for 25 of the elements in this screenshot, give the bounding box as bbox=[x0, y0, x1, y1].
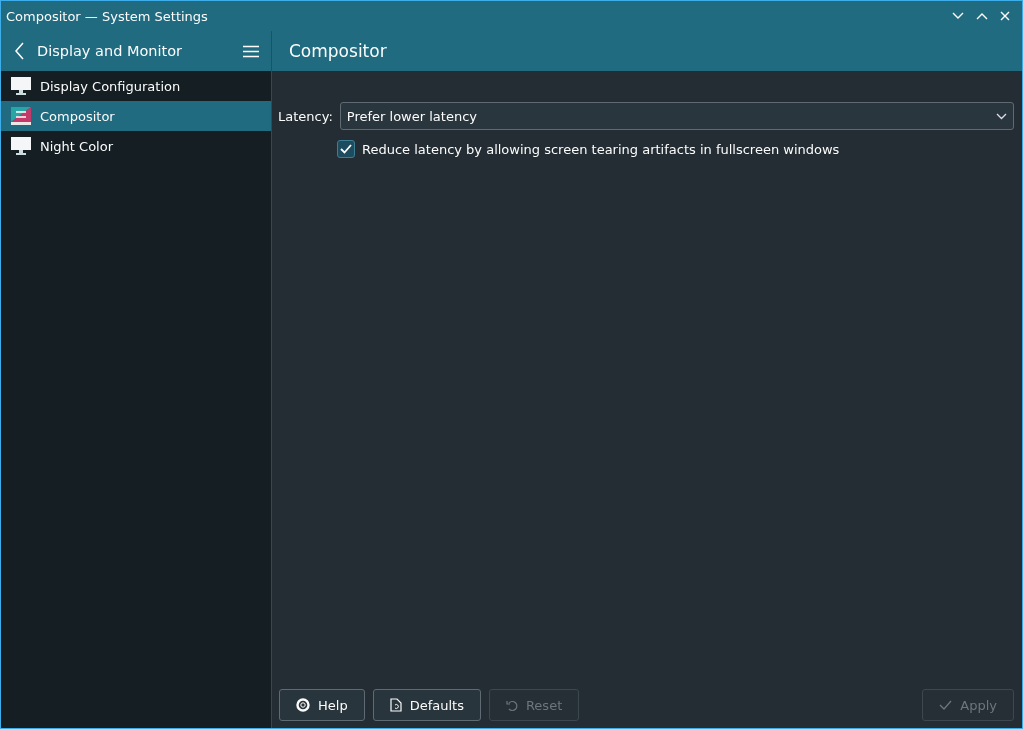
latency-dropdown[interactable]: Prefer lower latency bbox=[339, 102, 1014, 130]
monitor-icon bbox=[11, 77, 31, 95]
menu-icon[interactable] bbox=[243, 44, 259, 58]
close-icon[interactable] bbox=[1000, 11, 1010, 21]
minimize-icon[interactable] bbox=[952, 12, 964, 20]
checkbox-label[interactable]: Reduce latency by allowing screen tearing artifacts in fullscreen windows bbox=[362, 141, 840, 157]
sidebar-item[interactable]: Compositor bbox=[1, 101, 271, 131]
document-icon bbox=[389, 698, 402, 712]
sidebar-item[interactable]: Night Color bbox=[1, 131, 271, 161]
sidebar-title: Display and Monitor bbox=[37, 43, 184, 59]
defaults-button[interactable]: Defaults bbox=[372, 689, 481, 721]
checkbox[interactable] bbox=[337, 140, 355, 158]
page-title: Compositor bbox=[289, 41, 387, 61]
back-icon[interactable] bbox=[15, 42, 25, 60]
sliders-icon bbox=[11, 107, 31, 125]
help-button[interactable]: Help bbox=[279, 689, 365, 721]
lifebuoy-icon bbox=[296, 698, 310, 712]
maximize-icon[interactable] bbox=[976, 12, 988, 20]
dropdown-caret-icon bbox=[996, 112, 1007, 120]
undo-icon bbox=[505, 698, 518, 712]
checkmark-icon bbox=[939, 700, 953, 710]
latency-label: Latency: bbox=[278, 108, 333, 124]
sidebar-item[interactable]: Display Configuration bbox=[1, 71, 271, 101]
monitor-icon bbox=[11, 137, 31, 155]
window-title: Compositor — System Settings bbox=[6, 8, 208, 24]
